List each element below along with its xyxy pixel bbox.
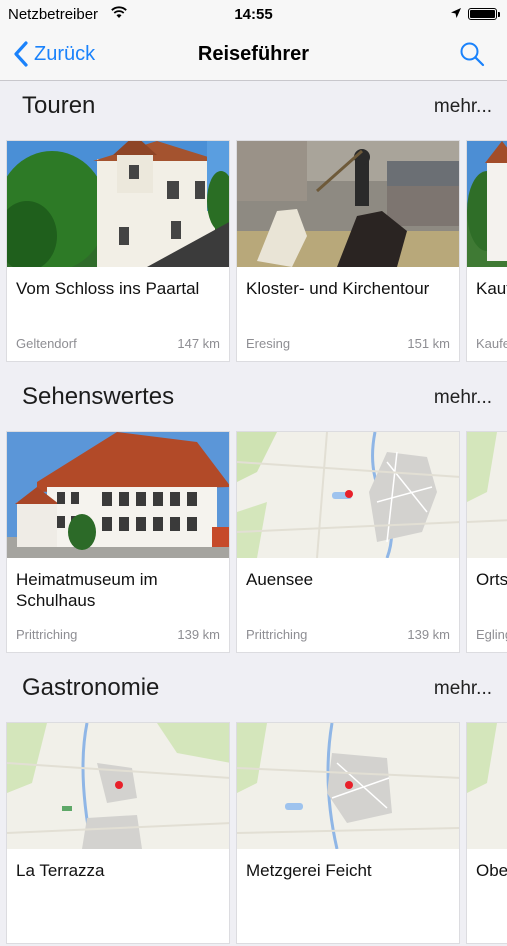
card-sight[interactable]: Auensee Prittriching 139 km <box>236 431 460 653</box>
card-gastro[interactable]: Obe <box>466 722 507 944</box>
more-link[interactable]: mehr... <box>434 96 492 118</box>
building-photo <box>467 141 507 267</box>
battery-icon <box>468 8 500 20</box>
card-title: Auensee <box>246 570 314 589</box>
card-distance: 151 km <box>407 336 450 351</box>
card-row-touren: Vom Schloss ins Paartal Geltendorf 147 k… <box>0 140 507 364</box>
card-place: Kaufe <box>476 336 507 351</box>
card-tour[interactable]: Kauf Kaufe <box>466 140 507 362</box>
status-bar: Netzbetreiber 14:55 <box>0 0 507 30</box>
card-place: Eresing <box>246 336 291 351</box>
section-header-touren: Touren mehr... <box>0 88 507 128</box>
map-thumbnail <box>237 432 459 558</box>
card-title: La Terrazza <box>16 861 105 880</box>
card-title: Vom Schloss ins Paartal <box>16 279 200 298</box>
card-place: Egling <box>476 627 507 642</box>
card-title: Kloster- und Kirchentour <box>246 279 430 298</box>
card-distance: 147 km <box>177 336 220 351</box>
knight-photo <box>237 141 459 267</box>
card-row-sehenswertes: Heimatmuseum im Schulhaus Prittriching 1… <box>0 431 507 655</box>
card-gastro[interactable]: La Terrazza <box>6 722 230 944</box>
card-sight[interactable]: Orts Egling <box>466 431 507 653</box>
card-row-gastronomie: La Terrazza Metzgerei Feicht Obe <box>0 722 507 946</box>
section-header-gastronomie: Gastronomie mehr... <box>0 670 507 710</box>
more-link[interactable]: mehr... <box>434 678 492 700</box>
search-icon[interactable] <box>458 40 486 68</box>
card-place: Prittriching <box>246 627 308 642</box>
page-title: Reiseführer <box>197 43 310 65</box>
card-gastro[interactable]: Metzgerei Feicht <box>236 722 460 944</box>
card-place: Prittriching <box>16 627 78 642</box>
museum-photo <box>7 432 229 558</box>
section-header-sehenswertes: Sehenswertes mehr... <box>0 379 507 419</box>
card-title: Kauf <box>476 279 507 298</box>
map-thumbnail <box>467 432 507 558</box>
card-distance: 139 km <box>407 627 450 642</box>
map-thumbnail <box>237 723 459 849</box>
card-place: Geltendorf <box>16 336 77 351</box>
card-title: Metzgerei Feicht <box>246 861 372 880</box>
map-thumbnail <box>7 723 229 849</box>
card-distance: 139 km <box>177 627 220 642</box>
card-title: Heimatmuseum im Schulhaus <box>16 570 158 610</box>
card-tour[interactable]: Kloster- und Kirchentour Eresing 151 km <box>236 140 460 362</box>
card-title: Obe <box>476 861 507 880</box>
section-title: Sehenswertes <box>22 383 175 410</box>
more-link[interactable]: mehr... <box>434 387 492 409</box>
navigation-bar: Zurück Reiseführer <box>0 30 507 81</box>
card-tour[interactable]: Vom Schloss ins Paartal Geltendorf 147 k… <box>6 140 230 362</box>
section-title: Gastronomie <box>22 674 160 701</box>
clock: 14:55 <box>234 6 273 23</box>
location-arrow-icon <box>451 8 461 18</box>
castle-photo <box>7 141 229 267</box>
card-sight[interactable]: Heimatmuseum im Schulhaus Prittriching 1… <box>6 431 230 653</box>
map-thumbnail <box>467 723 507 849</box>
section-title: Touren <box>22 92 96 119</box>
card-title: Orts <box>476 570 507 589</box>
